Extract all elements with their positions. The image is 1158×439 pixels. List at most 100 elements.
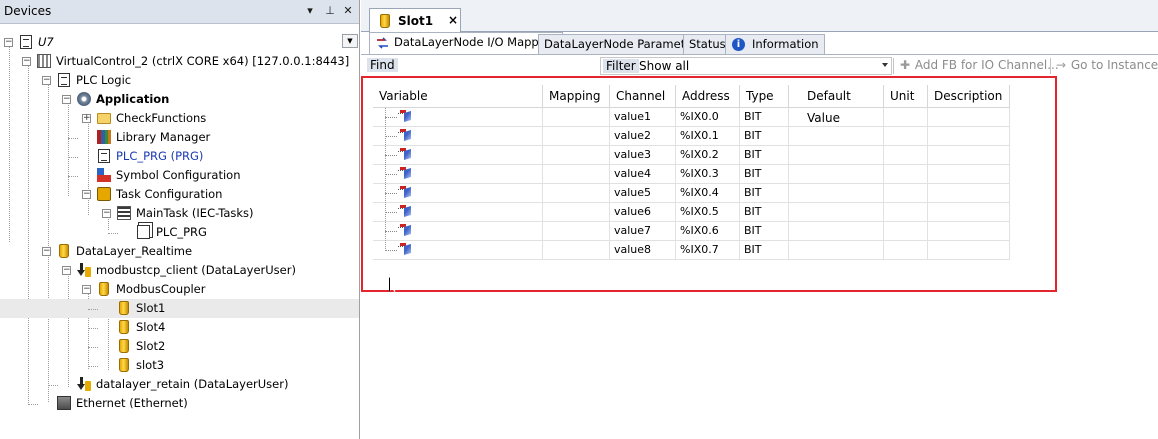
column-header-type[interactable]: Type	[740, 85, 789, 108]
table-row[interactable]: value2 %IX0.1 BIT	[373, 127, 1010, 146]
editor-area: Slot1 × DataLayerNode I/O Mapping DataLa…	[361, 0, 1158, 439]
column-header-description[interactable]: Description	[928, 85, 1010, 108]
column-header-unit[interactable]: Unit	[884, 85, 928, 108]
tree-item-application[interactable]: − Application	[0, 90, 359, 109]
table-cell-description	[928, 241, 1010, 260]
collapse-icon[interactable]: −	[4, 38, 13, 47]
table-cell-address: %IX0.1	[676, 127, 740, 146]
tree-guide-line	[385, 250, 397, 251]
find-label[interactable]: Find	[367, 58, 398, 72]
table-cell-mapping[interactable]	[543, 127, 610, 146]
close-tab-icon[interactable]: ×	[448, 13, 458, 27]
document-tab-label: Slot1	[398, 14, 434, 28]
input-variable-icon	[398, 205, 412, 218]
column-header-mapping[interactable]: Mapping	[543, 85, 610, 108]
tree-item-ethernet-ethernet[interactable]: Ethernet (Ethernet)	[0, 394, 359, 413]
table-cell-unit	[884, 203, 928, 222]
tree-item-u7[interactable]: − U7	[0, 33, 359, 52]
table-cell-mapping[interactable]	[543, 146, 610, 165]
datalayer-user-icon	[77, 263, 92, 278]
tree-item-slot1[interactable]: Slot1	[0, 299, 359, 318]
table-row[interactable]: value6 %IX0.5 BIT	[373, 203, 1010, 222]
library-manager-icon	[97, 130, 112, 145]
collapse-icon[interactable]: −	[62, 95, 71, 104]
table-cell-address: %IX0.7	[676, 241, 740, 260]
tree-item-datalayer-retain-datalayeruser[interactable]: datalayer_retain (DataLayerUser)	[0, 375, 359, 394]
tree-item-label: slot3	[136, 358, 165, 372]
table-cell-type: BIT	[740, 184, 789, 203]
tree-item-symbol-configuration[interactable]: Symbol Configuration	[0, 166, 359, 185]
collapse-icon[interactable]: −	[82, 190, 91, 199]
table-row[interactable]: value8 %IX0.7 BIT	[373, 241, 1010, 260]
symbol-configuration-icon	[97, 168, 112, 183]
tree-item-plc-prg-prg[interactable]: PLC_PRG (PRG)	[0, 147, 359, 166]
table-cell-mapping[interactable]	[543, 241, 610, 260]
tree-item-plc-prg[interactable]: PLC_PRG	[0, 223, 359, 242]
filter-label: Filter	[603, 59, 639, 73]
table-cell-default-value	[789, 165, 884, 184]
input-variable-icon	[398, 243, 412, 256]
tree-item-modbuscoupler[interactable]: − ModbusCoupler	[0, 280, 359, 299]
column-header-channel[interactable]: Channel	[610, 85, 676, 108]
tab-information[interactable]: i Information	[725, 34, 825, 54]
collapse-icon[interactable]: −	[42, 76, 51, 85]
input-variable-icon	[398, 148, 412, 161]
tree-item-label: Library Manager	[116, 130, 211, 144]
tree-item-modbustcp-client-datalayeruser[interactable]: − modbustcp_client (DataLayerUser)	[0, 261, 359, 280]
table-cell-type: BIT	[740, 165, 789, 184]
filter-dropdown[interactable]: Filter Show all	[600, 57, 892, 75]
tree-guide-line	[68, 176, 78, 177]
tree-item-label: Slot2	[136, 339, 166, 353]
table-cell-mapping[interactable]	[543, 203, 610, 222]
table-cell-address: %IX0.3	[676, 165, 740, 184]
expand-icon[interactable]: +	[82, 114, 91, 123]
collapse-icon[interactable]: −	[62, 266, 71, 275]
add-fb-button[interactable]: ✚ Add FB for IO Channel...	[899, 58, 1059, 72]
tree-guide-line	[88, 366, 98, 367]
tree-item-slot3[interactable]: slot3	[0, 356, 359, 375]
table-cell-type: BIT	[740, 146, 789, 165]
table-row[interactable]: value5 %IX0.4 BIT	[373, 184, 1010, 203]
tree-item-library-manager[interactable]: Library Manager	[0, 128, 359, 147]
table-row[interactable]: value3 %IX0.2 BIT	[373, 146, 1010, 165]
table-cell-mapping[interactable]	[543, 165, 610, 184]
application-gear-icon	[77, 92, 92, 107]
collapse-icon[interactable]: −	[42, 247, 51, 256]
table-cell-mapping[interactable]	[543, 222, 610, 241]
add-fb-label: Add FB for IO Channel...	[914, 58, 1059, 72]
table-cell-mapping[interactable]	[543, 108, 610, 127]
column-header-variable[interactable]: Variable	[373, 85, 543, 108]
collapse-icon[interactable]: −	[82, 285, 91, 294]
tab-io-mapping[interactable]: DataLayerNode I/O Mapping	[369, 32, 563, 54]
collapse-icon[interactable]: −	[22, 57, 31, 66]
tree-item-maintask-iec-tasks[interactable]: − MainTask (IEC-Tasks)	[0, 204, 359, 223]
toolbar-divider	[1050, 58, 1051, 74]
input-variable-icon	[398, 186, 412, 199]
column-header-address[interactable]: Address	[676, 85, 740, 108]
tree-item-task-configuration[interactable]: − Task Configuration	[0, 185, 359, 204]
tree-guide-line	[385, 117, 397, 118]
table-row[interactable]: value1 %IX0.0 BIT	[373, 108, 1010, 127]
tree-item-checkfunctions[interactable]: + CheckFunctions	[0, 109, 359, 128]
tree-item-plc-logic[interactable]: − PLC Logic	[0, 71, 359, 90]
devices-pane: Devices ▾ ⊥ ✕ ▼ − U7− VirtualControl_2 (ct…	[0, 0, 360, 439]
datalayer-cylinder-icon	[378, 14, 390, 28]
tree-item-slot4[interactable]: Slot4	[0, 318, 359, 337]
table-row[interactable]: value4 %IX0.3 BIT	[373, 165, 1010, 184]
go-to-instance-button[interactable]: → Go to Instance	[1055, 58, 1158, 72]
tree-item-label: DataLayer_Realtime	[76, 244, 193, 258]
tree-item-slot2[interactable]: Slot2	[0, 337, 359, 356]
table-cell-mapping[interactable]	[543, 184, 610, 203]
go-to-arrow-icon: →	[1055, 58, 1067, 72]
tree-item-datalayer-realtime[interactable]: − DataLayer_Realtime	[0, 242, 359, 261]
tab-information-label: Information	[752, 37, 819, 51]
datalayer-cylinder-icon	[117, 301, 132, 316]
input-variable-icon	[398, 129, 412, 142]
tree-item-virtualcontrol-2-ctrlx-core-x64-127-0-0-1-8443[interactable]: − VirtualControl_2 (ctrlX CORE x64) [127.…	[0, 52, 359, 71]
table-row[interactable]: value7 %IX0.6 BIT	[373, 222, 1010, 241]
table-cell-default-value	[789, 241, 884, 260]
table-cell-channel: value4	[610, 165, 676, 184]
column-header-default-value[interactable]: Default Value	[789, 85, 884, 125]
collapse-icon[interactable]: −	[102, 209, 111, 218]
document-tab-slot1[interactable]: Slot1 ×	[369, 8, 461, 33]
